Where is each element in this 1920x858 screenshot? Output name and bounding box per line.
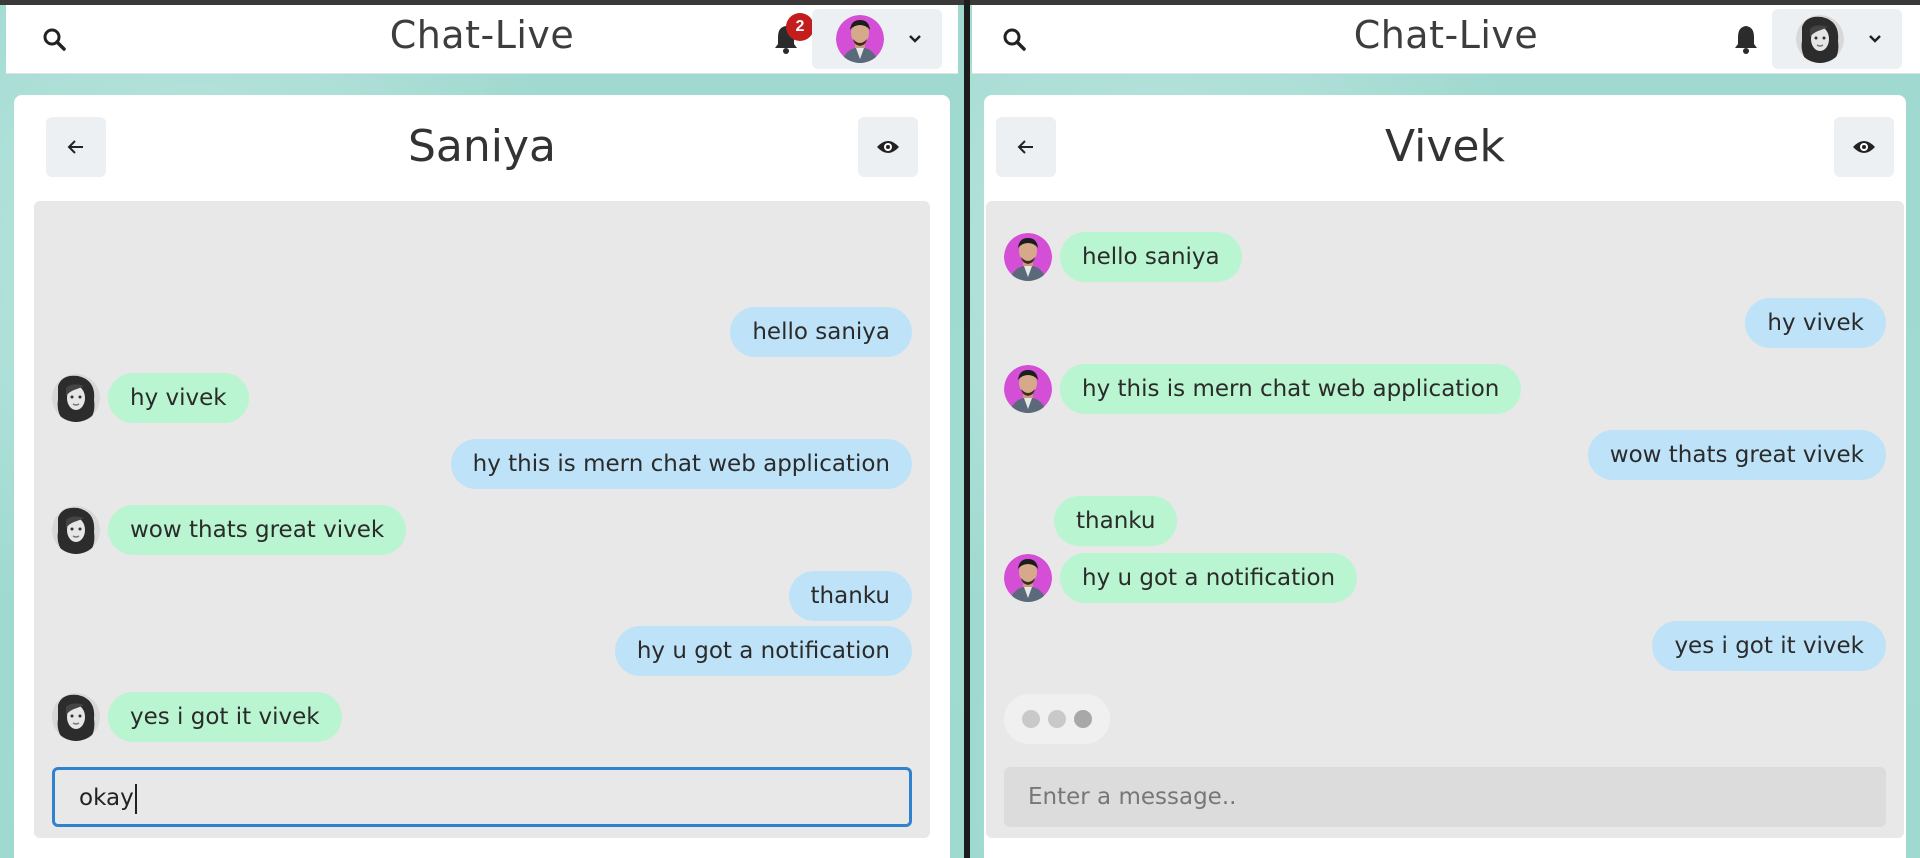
message-row: hello saniya bbox=[1004, 232, 1886, 282]
sender-avatar bbox=[52, 506, 100, 554]
message-bubble-received: thanku bbox=[1054, 496, 1178, 546]
chevron-down-icon bbox=[1869, 35, 1881, 43]
message-row: hy u got a notification bbox=[52, 626, 912, 676]
app-header: Chat-Live bbox=[972, 5, 1920, 74]
message-input[interactable]: okay bbox=[52, 767, 912, 827]
message-bubble-sent: wow thats great vivek bbox=[1587, 430, 1886, 480]
message-bubble-received: hy u got a notification bbox=[1060, 553, 1358, 603]
message-row: hy this is mern chat web application bbox=[1004, 364, 1886, 414]
message-row: hello saniya bbox=[52, 307, 912, 357]
message-row: thanku bbox=[52, 571, 912, 621]
message-row: wow thats great vivek bbox=[1004, 430, 1886, 480]
chat-panel: Saniya hello saniya hy vivek hy this is … bbox=[14, 95, 950, 858]
chevron-down-icon bbox=[909, 35, 921, 43]
chat-contact-name: Saniya bbox=[407, 121, 556, 172]
message-bubble-received: yes i got it vivek bbox=[108, 692, 342, 742]
message-row: yes i got it vivek bbox=[1004, 621, 1886, 671]
message-bubble-sent: thanku bbox=[788, 571, 912, 621]
text-caret bbox=[134, 783, 137, 814]
chat-panel: Vivek hello saniya hy vivek hy this is m… bbox=[984, 95, 1906, 858]
eye-icon bbox=[1853, 141, 1875, 153]
message-input[interactable]: Enter a message.. bbox=[1004, 767, 1886, 827]
message-row: hy u got a notification bbox=[1004, 553, 1886, 603]
sender-avatar bbox=[52, 374, 100, 422]
profile-menu-button[interactable] bbox=[812, 9, 942, 69]
view-profile-button[interactable] bbox=[1834, 117, 1894, 177]
app-header: Chat-Live 2 bbox=[6, 5, 958, 74]
notification-button[interactable] bbox=[1728, 19, 1764, 59]
message-list: hello saniya hy vivek hy this is mern ch… bbox=[986, 201, 1904, 838]
notification-button[interactable]: 2 bbox=[768, 13, 814, 59]
user-avatar bbox=[1796, 15, 1844, 63]
message-bubble-sent: yes i got it vivek bbox=[1652, 621, 1886, 671]
message-row: yes i got it vivek bbox=[52, 692, 912, 742]
message-bubble-received: hy this is mern chat web application bbox=[1060, 364, 1522, 414]
sender-avatar bbox=[1004, 554, 1052, 602]
left-browser-window: Chat-Live 2 Saniya hello saniya hy vivek bbox=[0, 5, 964, 858]
typing-dot bbox=[1074, 710, 1092, 728]
sender-avatar bbox=[1004, 233, 1052, 281]
message-bubble-received: hello saniya bbox=[1060, 232, 1242, 282]
notification-badge: 2 bbox=[786, 13, 814, 41]
message-list: hello saniya hy vivek hy this is mern ch… bbox=[34, 201, 930, 838]
message-row: wow thats great vivek bbox=[52, 505, 912, 555]
typing-indicator bbox=[1004, 694, 1110, 744]
right-browser-window: Chat-Live Vivek hello saniya hy vivek hy… bbox=[970, 5, 1920, 858]
sender-avatar bbox=[1004, 365, 1052, 413]
typing-dot bbox=[1048, 710, 1066, 728]
message-input-value: okay bbox=[79, 785, 134, 811]
message-bubble-sent: hy this is mern chat web application bbox=[450, 439, 912, 489]
message-bubble-sent: hy u got a notification bbox=[614, 626, 912, 676]
user-avatar bbox=[836, 15, 884, 63]
view-profile-button[interactable] bbox=[858, 117, 918, 177]
message-bubble-sent: hy vivek bbox=[1745, 298, 1886, 348]
message-row: hy vivek bbox=[1004, 298, 1886, 348]
message-bubble-received: wow thats great vivek bbox=[108, 505, 407, 555]
eye-icon bbox=[877, 141, 899, 153]
profile-menu-button[interactable] bbox=[1772, 9, 1902, 69]
bell-icon bbox=[1735, 26, 1757, 54]
typing-dot bbox=[1022, 710, 1040, 728]
message-row: thanku bbox=[1004, 496, 1886, 546]
message-row: hy this is mern chat web application bbox=[52, 439, 912, 489]
message-row: hy vivek bbox=[52, 373, 912, 423]
sender-avatar bbox=[52, 693, 100, 741]
message-bubble-received: hy vivek bbox=[108, 373, 249, 423]
chat-contact-name: Vivek bbox=[1385, 121, 1505, 172]
message-bubble-sent: hello saniya bbox=[730, 307, 912, 357]
